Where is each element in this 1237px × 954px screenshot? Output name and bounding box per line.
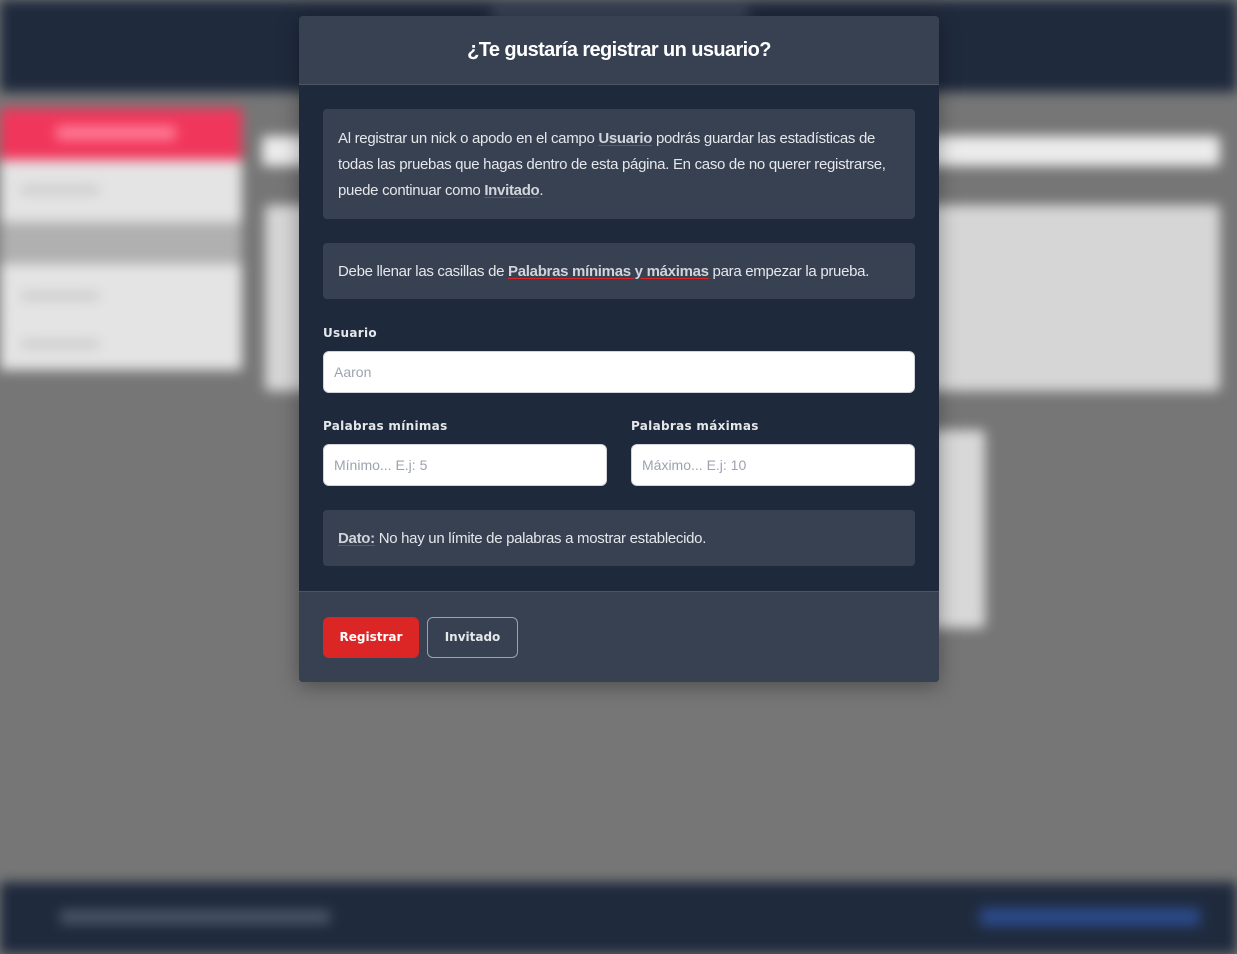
- background-footer: [0, 882, 1237, 954]
- info-text: Al registrar un nick o apodo en el campo: [338, 130, 599, 147]
- min-words-group: Palabras mínimas: [323, 419, 607, 486]
- register-button[interactable]: Registrar: [323, 616, 419, 658]
- background-sidebar-header: [0, 108, 242, 160]
- register-modal: ¿Te gustaría registrar un usuario? Al re…: [299, 16, 939, 682]
- dato-info-box: Dato: No hay un límite de palabras a mos…: [323, 510, 915, 566]
- usuario-label: Usuario: [323, 326, 377, 340]
- modal-body: Al registrar un nick o apodo en el campo…: [299, 85, 939, 591]
- background-sidebar-line: [20, 340, 100, 348]
- min-words-input[interactable]: [323, 444, 607, 486]
- dato-highlight: Dato:: [338, 529, 375, 547]
- background-sidebar-line: [20, 292, 100, 300]
- background-sidebar-active: [0, 222, 242, 264]
- usuario-input[interactable]: [323, 351, 915, 393]
- max-words-label: Palabras máximas: [631, 419, 759, 433]
- info-highlight-usuario: Usuario: [598, 130, 653, 147]
- register-info-box: Al registrar un nick o apodo en el campo…: [323, 109, 915, 219]
- info-highlight-words: Palabras mínimas y máximas: [508, 262, 709, 280]
- words-row: Palabras mínimas Palabras máximas: [323, 419, 915, 486]
- modal-footer: Registrar Invitado: [299, 591, 939, 682]
- modal-header: ¿Te gustaría registrar un usuario?: [299, 16, 939, 85]
- min-words-label: Palabras mínimas: [323, 419, 448, 433]
- info-text: Debe llenar las casillas de: [338, 262, 509, 280]
- modal-title: ¿Te gustaría registrar un usuario?: [467, 38, 771, 61]
- info-text: .: [539, 182, 544, 199]
- info-text: No hay un límite de palabras a mostrar e…: [374, 529, 707, 547]
- info-text: para empezar la prueba.: [708, 262, 870, 280]
- background-sidebar-line: [20, 186, 100, 194]
- info-highlight-invitado: Invitado: [484, 182, 540, 199]
- max-words-group: Palabras máximas: [631, 419, 915, 486]
- guest-button[interactable]: Invitado: [427, 616, 518, 658]
- max-words-input[interactable]: [631, 444, 915, 486]
- words-info-box: Debe llenar las casillas de Palabras mín…: [323, 243, 915, 299]
